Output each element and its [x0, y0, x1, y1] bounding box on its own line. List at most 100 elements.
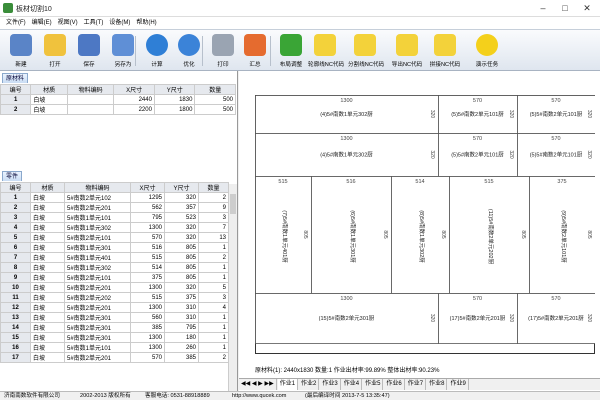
table-cell[interactable]: 805	[164, 242, 199, 253]
column-header[interactable]: 数量	[194, 84, 236, 95]
table-cell[interactable]: 白坡	[30, 242, 65, 253]
table-row[interactable]: 1 白坡 5#南数2单元102 1295 320 2	[0, 192, 229, 203]
table-cell[interactable]: 17	[0, 352, 31, 363]
table-cell[interactable]: 白坡	[30, 232, 65, 243]
table-cell[interactable]: 1300	[130, 332, 165, 343]
table-cell[interactable]: 白坡	[30, 252, 65, 263]
sheet-tab-7[interactable]: 作业7	[406, 379, 427, 390]
table-cell[interactable]: 5#南数2单元201	[64, 352, 131, 363]
sheet-tab-1[interactable]: 作业1	[277, 379, 299, 390]
table-cell[interactable]: 白坡	[30, 312, 65, 323]
table-cell[interactable]: 5#南数2单元301	[64, 312, 131, 323]
column-header[interactable]: 数量	[198, 182, 229, 193]
table-cell[interactable]: 白坡	[30, 192, 65, 203]
close-button[interactable]: ✕	[576, 1, 598, 15]
table-cell[interactable]: 1	[0, 192, 31, 203]
table-row[interactable]: 8 白坡 5#南数1单元302 514 805 1	[0, 262, 229, 273]
table-cell[interactable]: 1	[198, 272, 229, 283]
table-cell[interactable]: 2	[198, 192, 229, 203]
menu-item-3[interactable]: 工具(T)	[84, 17, 104, 29]
table-cell[interactable]: 2	[0, 104, 32, 115]
table-cell[interactable]: 4	[0, 222, 31, 233]
table-cell[interactable]: 1	[198, 332, 229, 343]
table-cell[interactable]: 5#南数2单元301	[64, 332, 131, 343]
column-header[interactable]: 材质	[30, 182, 65, 193]
table-cell[interactable]: 180	[164, 332, 199, 343]
sheet-tab-9[interactable]: 作业9	[448, 379, 469, 390]
table-cell[interactable]: 375	[130, 272, 165, 283]
toolbar-button-6[interactable]: 打印	[206, 32, 240, 70]
table-cell[interactable]: 2	[198, 252, 229, 263]
table-cell[interactable]: 5#南数2单元202	[64, 292, 131, 303]
table-cell[interactable]: 白坡	[30, 202, 65, 213]
table-row[interactable]: 3 白坡 5#南数1单元101 795 523 3	[0, 212, 229, 223]
table-cell[interactable]: 3	[0, 212, 31, 223]
toolbar-button-4[interactable]: 计算	[140, 32, 174, 70]
table-cell[interactable]: 320	[164, 232, 199, 243]
toolbar-button-1[interactable]: 打开	[38, 32, 72, 70]
table-cell[interactable]	[66, 94, 115, 105]
column-header[interactable]: 编号	[0, 182, 31, 193]
menu-item-0[interactable]: 文件(F)	[6, 17, 26, 29]
table-cell[interactable]: 1295	[130, 192, 165, 203]
table-cell[interactable]: 4	[198, 302, 229, 313]
column-header[interactable]: Y尺寸	[164, 182, 199, 193]
table-cell[interactable]: 11	[0, 292, 31, 303]
sheet-tab-2[interactable]: 作业2	[299, 379, 320, 390]
table-row[interactable]: 9 白坡 5#南数2单元101 375 805 1	[0, 272, 229, 283]
table-cell[interactable]: 白坡	[30, 212, 65, 223]
sheet-tab-8[interactable]: 作业8	[427, 379, 448, 390]
table-cell[interactable]: 2200	[113, 104, 155, 115]
table-cell[interactable]: 310	[164, 302, 199, 313]
table-cell[interactable]: 516	[130, 242, 165, 253]
table-cell[interactable]: 523	[164, 212, 199, 223]
table-cell[interactable]: 5#南数1单元302	[64, 222, 131, 233]
maximize-button[interactable]: □	[554, 1, 576, 15]
table-cell[interactable]: 1	[198, 322, 229, 333]
table-row[interactable]: 5 白坡 5#南数2单元101 570 320 13	[0, 232, 229, 243]
sheet-tab-4[interactable]: 作业4	[342, 379, 363, 390]
column-header[interactable]: 物料编码	[64, 182, 131, 193]
toolbar-button-12[interactable]: 拼接NC代码	[428, 32, 462, 70]
column-header[interactable]: Y尺寸	[153, 84, 196, 95]
table-cell[interactable]: 320	[164, 192, 199, 203]
menu-item-5[interactable]: 帮助(H)	[136, 17, 156, 29]
table-cell[interactable]: 385	[164, 352, 199, 363]
table-cell[interactable]: 5#南数2单元201	[64, 202, 131, 213]
table-cell[interactable]: 5	[198, 282, 229, 293]
table-cell[interactable]: 562	[130, 202, 165, 213]
table-cell[interactable]: 7	[198, 222, 229, 233]
minimize-button[interactable]: –	[532, 1, 554, 15]
table-cell[interactable]: 2	[0, 202, 31, 213]
table-cell[interactable]: 1	[198, 242, 229, 253]
sheet-tab-5[interactable]: 作业5	[363, 379, 384, 390]
table-row[interactable]: 17 白坡 5#南数2单元201 570 385 2	[0, 352, 229, 363]
table-cell[interactable]: 白坡	[30, 332, 65, 343]
table-cell[interactable]: 白坡	[30, 262, 65, 273]
menu-item-2[interactable]: 视图(V)	[58, 17, 78, 29]
table-cell[interactable]: 385	[130, 322, 165, 333]
table-cell[interactable]: 1	[0, 94, 32, 105]
table-cell[interactable]: 5#南数2单元101	[64, 272, 131, 283]
table-cell[interactable]: 320	[164, 282, 199, 293]
table-cell[interactable]: 白坡	[30, 302, 65, 313]
tab-parts[interactable]: 零件	[2, 171, 23, 181]
table-cell[interactable]: 3	[198, 292, 229, 303]
table-cell[interactable]: 3	[198, 212, 229, 223]
table-cell[interactable]: 1830	[153, 94, 196, 105]
table-cell[interactable]: 1300	[130, 302, 165, 313]
table-cell[interactable]: 357	[164, 202, 199, 213]
table-cell[interactable]: 白坡	[30, 94, 68, 105]
table-cell[interactable]: 570	[130, 352, 165, 363]
table-row[interactable]: 6 白坡 5#南数1单元301 516 805 1	[0, 242, 229, 253]
sheet-tab-3[interactable]: 作业3	[320, 379, 341, 390]
table-cell[interactable]: 15	[0, 332, 31, 343]
table-cell[interactable]: 310	[164, 312, 199, 323]
table-row[interactable]: 2 白坡 5#南数2单元201 562 357 9	[0, 202, 229, 213]
table-row[interactable]: 15 白坡 5#南数2单元301 1300 180 1	[0, 332, 229, 343]
table-cell[interactable]: 515	[130, 252, 165, 263]
table-cell[interactable]: 2440	[113, 94, 155, 105]
table-row[interactable]: 13 白坡 5#南数2单元301 560 310 1	[0, 312, 229, 323]
table-cell[interactable]: 515	[130, 292, 165, 303]
table-cell[interactable]: 500	[194, 94, 236, 105]
